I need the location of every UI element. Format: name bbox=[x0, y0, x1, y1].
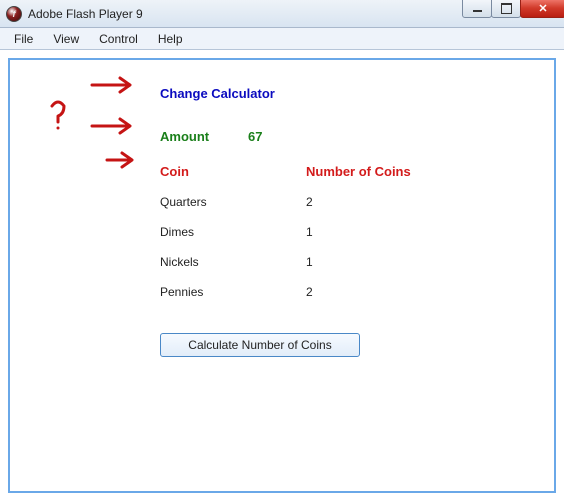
coin-header: Coin bbox=[160, 164, 306, 179]
table-row: Dimes 1 bbox=[160, 225, 534, 239]
content-frame: Change Calculator Amount 67 Coin Number … bbox=[8, 58, 556, 493]
amount-value: 67 bbox=[248, 129, 262, 144]
maximize-button[interactable] bbox=[491, 0, 521, 18]
app-title: Change Calculator bbox=[160, 86, 534, 101]
close-button[interactable]: ✕ bbox=[520, 0, 564, 18]
amount-row: Amount 67 bbox=[160, 129, 534, 144]
window-controls: ✕ bbox=[463, 0, 564, 18]
menu-control[interactable]: Control bbox=[91, 30, 146, 48]
coin-count: 1 bbox=[306, 255, 313, 269]
minimize-button[interactable] bbox=[462, 0, 492, 18]
menu-view[interactable]: View bbox=[45, 30, 87, 48]
menu-help[interactable]: Help bbox=[150, 30, 191, 48]
arrow-annotation-2-icon bbox=[90, 116, 140, 136]
calculate-button[interactable]: Calculate Number of Coins bbox=[160, 333, 360, 357]
arrow-annotation-3-icon bbox=[105, 150, 140, 170]
table-header-row: Coin Number of Coins bbox=[160, 164, 534, 179]
number-header: Number of Coins bbox=[306, 164, 411, 179]
arrow-annotation-1-icon bbox=[90, 75, 140, 95]
amount-label: Amount bbox=[160, 129, 248, 144]
flash-player-icon: f bbox=[6, 6, 22, 22]
coin-count: 2 bbox=[306, 285, 313, 299]
coin-name: Pennies bbox=[160, 285, 306, 299]
table-row: Nickels 1 bbox=[160, 255, 534, 269]
menubar: File View Control Help bbox=[0, 28, 564, 50]
coin-count: 1 bbox=[306, 225, 313, 239]
coin-name: Quarters bbox=[160, 195, 306, 209]
coin-name: Dimes bbox=[160, 225, 306, 239]
table-row: Quarters 2 bbox=[160, 195, 534, 209]
question-mark-annotation-icon bbox=[48, 100, 70, 130]
table-row: Pennies 2 bbox=[160, 285, 534, 299]
coin-count: 2 bbox=[306, 195, 313, 209]
menu-file[interactable]: File bbox=[6, 30, 41, 48]
window-titlebar: f Adobe Flash Player 9 ✕ bbox=[0, 0, 564, 28]
hand-drawn-annotations bbox=[10, 60, 160, 260]
window-title: Adobe Flash Player 9 bbox=[28, 7, 143, 21]
coin-name: Nickels bbox=[160, 255, 306, 269]
